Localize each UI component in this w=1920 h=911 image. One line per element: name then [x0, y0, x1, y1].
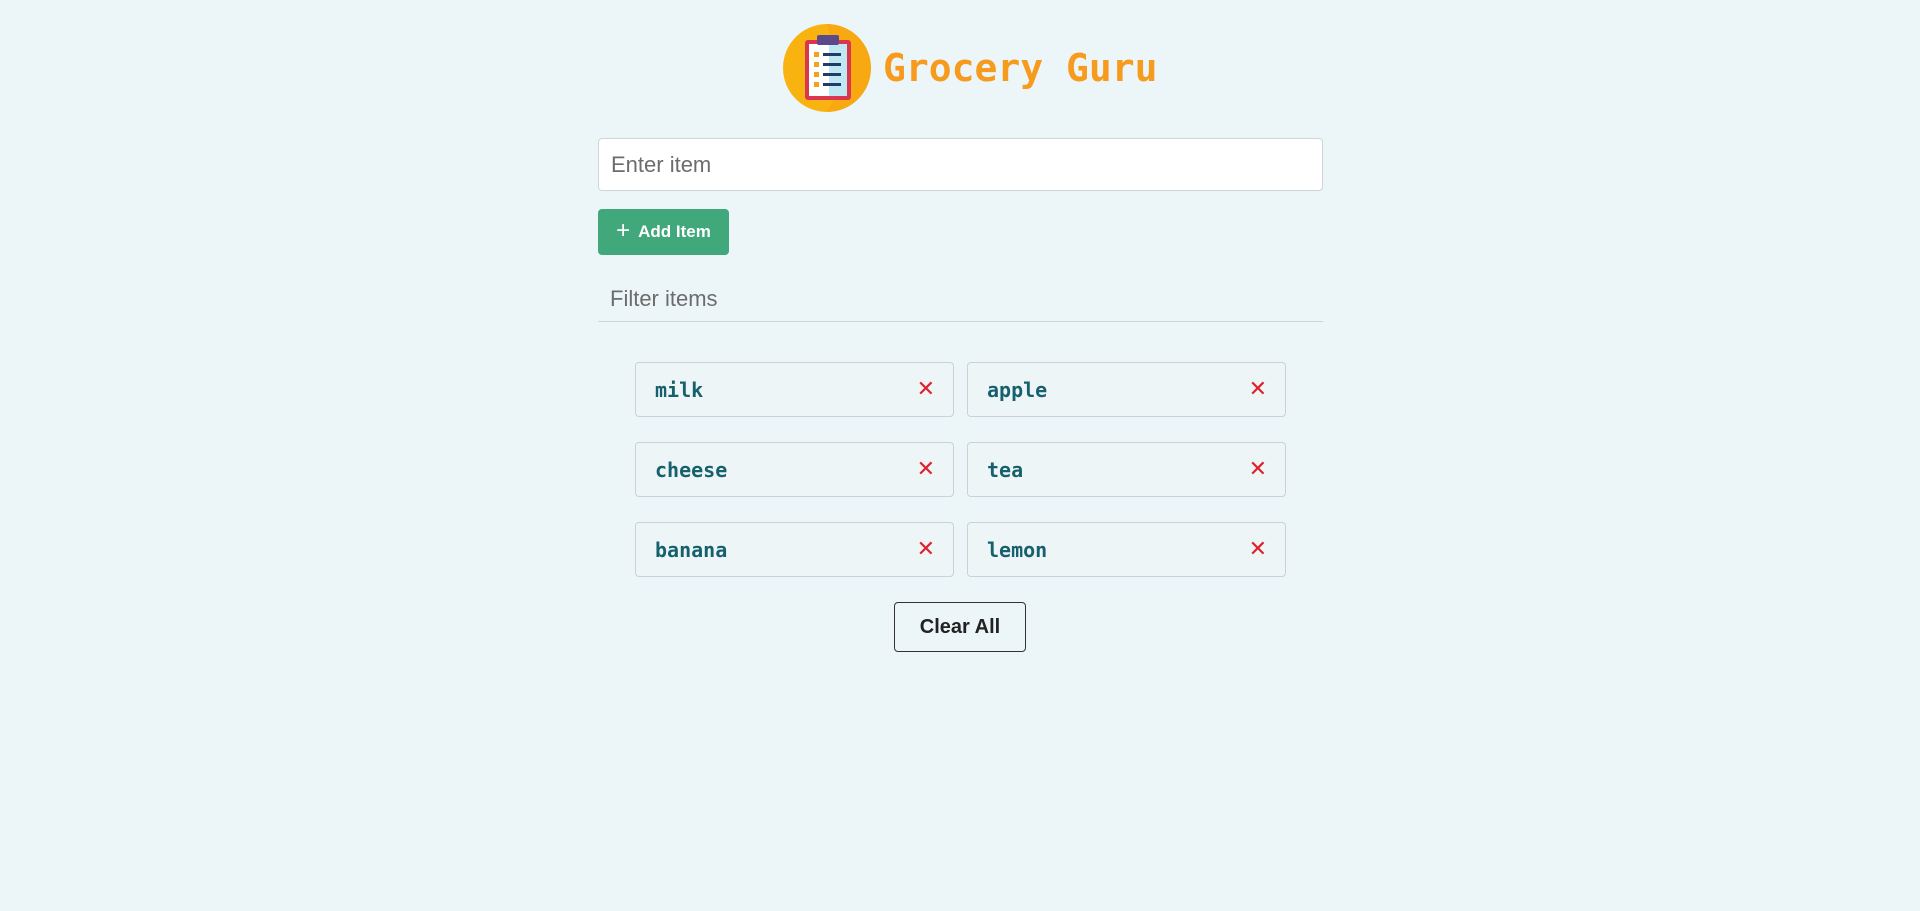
list-item: tea ✕: [967, 442, 1286, 497]
close-icon[interactable]: ✕: [1249, 458, 1267, 481]
list-item: cheese ✕: [635, 442, 954, 497]
items-list: milk ✕ apple ✕ cheese ✕ tea ✕ banana ✕ l…: [635, 362, 1286, 577]
close-icon[interactable]: ✕: [1249, 538, 1267, 561]
list-item: milk ✕: [635, 362, 954, 417]
filter-input[interactable]: [598, 276, 1323, 322]
add-item-button[interactable]: + Add Item: [598, 209, 729, 255]
close-icon[interactable]: ✕: [917, 458, 935, 481]
item-input[interactable]: [598, 138, 1323, 191]
list-item: apple ✕: [967, 362, 1286, 417]
clipboard-checklist-icon: [783, 24, 871, 113]
plus-icon: +: [616, 217, 631, 244]
list-item: lemon ✕: [967, 522, 1286, 577]
list-item: banana ✕: [635, 522, 954, 577]
clear-all-button[interactable]: Clear All: [894, 602, 1026, 652]
item-name: apple: [987, 377, 1048, 402]
close-icon[interactable]: ✕: [1249, 378, 1267, 401]
item-name: cheese: [655, 457, 728, 482]
item-name: banana: [655, 537, 728, 562]
close-icon[interactable]: ✕: [917, 538, 935, 561]
app-title: Grocery Guru: [883, 46, 1158, 91]
item-name: milk: [655, 377, 704, 402]
add-item-label: Add Item: [638, 222, 711, 241]
item-name: lemon: [987, 537, 1048, 562]
close-icon[interactable]: ✕: [917, 378, 935, 401]
item-name: tea: [987, 457, 1024, 482]
app-header: Grocery Guru: [783, 24, 1158, 113]
